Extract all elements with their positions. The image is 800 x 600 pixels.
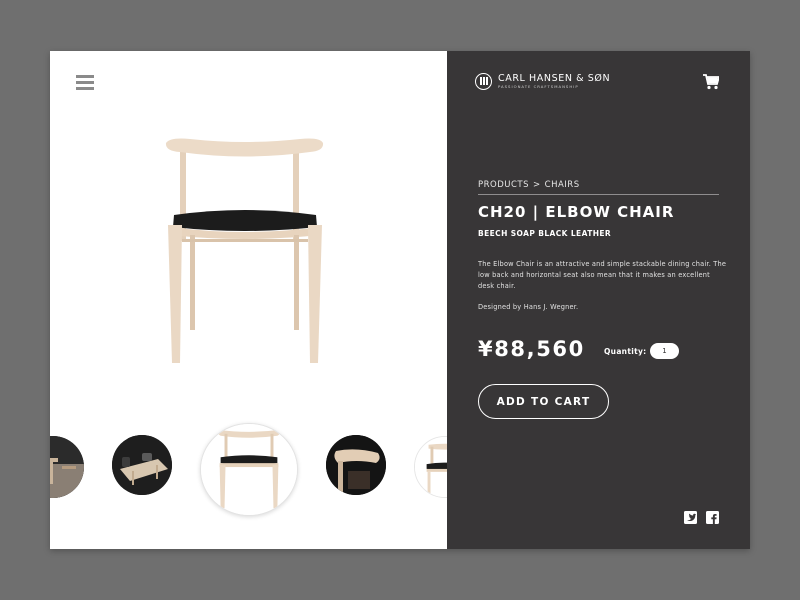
thumbnail-chair-front[interactable]	[200, 423, 298, 516]
thumbnail-carousel	[50, 423, 447, 523]
brand-tagline: PASSIONATE CRAFTSMANSHIP	[498, 84, 579, 89]
hamburger-menu-icon[interactable]	[76, 75, 94, 91]
product-main-image	[165, 138, 324, 363]
add-to-cart-button[interactable]: ADD TO CART	[478, 384, 609, 419]
breadcrumb-chairs[interactable]: CHAIRS	[545, 180, 580, 190]
breadcrumb-products[interactable]: PRODUCTS	[478, 180, 529, 190]
thumbnail-table-scene[interactable]	[112, 435, 172, 495]
product-title: CH20 | ELBOW CHAIR	[478, 203, 675, 221]
breadcrumb-divider	[478, 194, 719, 195]
thumbnail-armrest-detail[interactable]	[326, 435, 386, 495]
quantity-label: Quantity:	[604, 347, 647, 356]
product-card: CARL HANSEN & SØN PASSIONATE CRAFTSMANSH…	[50, 51, 750, 549]
product-designer: Designed by Hans J. Wegner.	[478, 303, 579, 311]
breadcrumb-separator: >	[533, 180, 541, 190]
brand-name: CARL HANSEN & SØN	[498, 73, 611, 84]
thumbnail-chair-side[interactable]	[414, 436, 447, 498]
product-description: The Elbow Chair is an attractive and sim…	[478, 260, 727, 290]
brand-logo[interactable]: CARL HANSEN & SØN PASSIONATE CRAFTSMANSH…	[475, 73, 610, 90]
thumbnail-dining-scene[interactable]	[50, 436, 84, 498]
twitter-icon[interactable]	[684, 511, 697, 524]
shopping-cart-icon[interactable]	[703, 74, 719, 90]
breadcrumb: PRODUCTS > CHAIRS	[478, 180, 580, 190]
facebook-icon[interactable]	[706, 511, 719, 524]
quantity-input[interactable]	[650, 343, 679, 359]
product-details-panel: CARL HANSEN & SØN PASSIONATE CRAFTSMANSH…	[447, 51, 750, 549]
logo-mark-icon	[475, 73, 492, 90]
product-variant: BEECH SOAP BLACK LEATHER	[478, 229, 612, 238]
product-gallery-panel	[50, 51, 447, 549]
product-price: ¥88,560	[478, 337, 585, 361]
